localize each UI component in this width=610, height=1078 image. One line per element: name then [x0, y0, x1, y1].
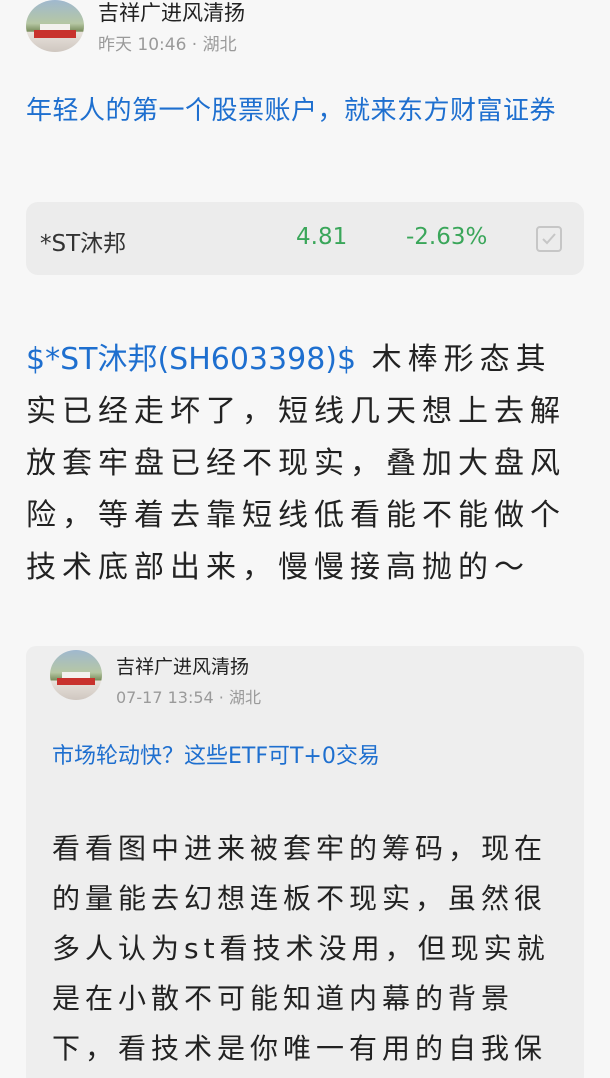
- stock-card[interactable]: *ST沐邦 4.81 -2.63%: [26, 202, 584, 275]
- quoted-avatar[interactable]: [50, 650, 102, 700]
- stock-mention-link[interactable]: $*ST沐邦(SH603398)$: [26, 342, 356, 377]
- author-name[interactable]: 吉祥广进风清扬: [98, 0, 245, 26]
- quoted-post[interactable]: 吉祥广进风清扬 07-17 13:54 · 湖北 市场轮动快？这些ETF可T+0…: [26, 646, 584, 1078]
- checkbox-icon[interactable]: [536, 226, 562, 252]
- quoted-author-name[interactable]: 吉祥广进风清扬: [116, 652, 249, 679]
- stock-name: *ST沐邦: [40, 231, 127, 257]
- quoted-meta: 07-17 13:54 · 湖北: [116, 688, 261, 707]
- avatar[interactable]: [26, 0, 84, 52]
- stock-change: -2.63%: [406, 224, 488, 250]
- quoted-ad-link[interactable]: 市场轮动快？这些ETF可T+0交易: [52, 738, 380, 770]
- stock-price: 4.81: [296, 224, 348, 250]
- post-body: $*ST沐邦(SH603398)$ 木棒形态其实已经走坏了，短线几天想上去解放套…: [26, 334, 586, 594]
- post-meta: 昨天 10:46 · 湖北: [98, 35, 237, 55]
- post-header: 吉祥广进风清扬 昨天 10:46 · 湖北: [0, 0, 610, 70]
- quoted-body: 看看图中进来被套牢的筹码，现在的量能去幻想连板不现实，虽然很多人认为st看技术没…: [52, 832, 550, 1065]
- post-body-text: 木棒形态其实已经走坏了，短线几天想上去解放套牢盘已经不现实，叠加大盘风险，等着去…: [26, 342, 566, 585]
- ad-link[interactable]: 年轻人的第一个股票账户，就来东方财富证券: [26, 88, 596, 134]
